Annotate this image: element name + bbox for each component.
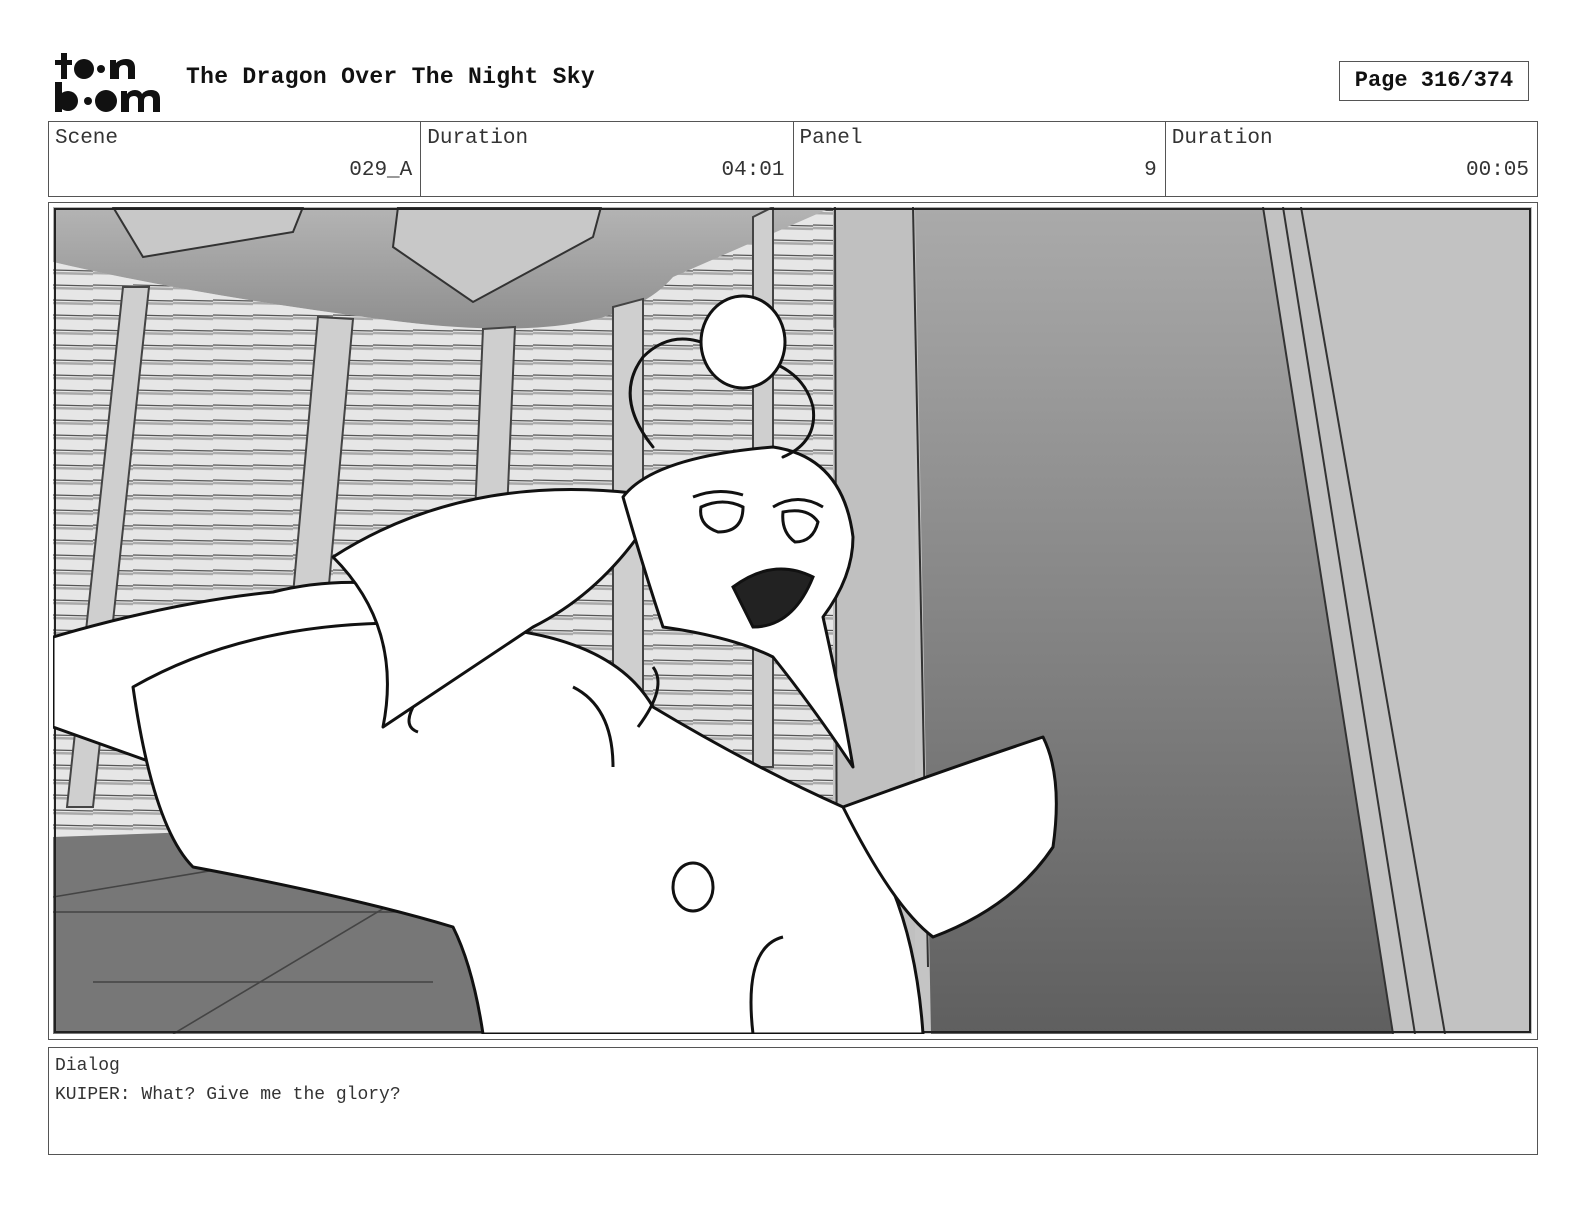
document-title: The Dragon Over The Night Sky bbox=[186, 64, 595, 90]
panel-duration-label: Duration bbox=[1171, 127, 1273, 150]
scene-label: Scene bbox=[55, 127, 119, 150]
panel-cell: Panel 9 bbox=[794, 122, 1166, 196]
panel-label: Panel bbox=[799, 127, 863, 150]
toon-boom-logo bbox=[55, 53, 160, 112]
scene-value: 029_A bbox=[349, 159, 413, 182]
panel-duration-value: 00:05 bbox=[1465, 159, 1529, 182]
dialog-text: KUIPER: What? Give me the glory? bbox=[55, 1085, 401, 1105]
storyboard-panel bbox=[48, 202, 1538, 1040]
scene-duration-label: Duration bbox=[427, 127, 529, 150]
dialog-label: Dialog bbox=[55, 1056, 120, 1076]
info-table: Scene 029_A Duration 04:01 Panel 9 Durat… bbox=[48, 121, 1538, 197]
scene-cell: Scene 029_A bbox=[49, 122, 422, 196]
panel-illustration bbox=[53, 207, 1532, 1034]
panel-duration-cell: Duration 00:05 bbox=[1166, 122, 1537, 196]
panel-value: 9 bbox=[1144, 159, 1157, 182]
page-indicator: Page 316/374 bbox=[1339, 61, 1529, 101]
scene-duration-value: 04:01 bbox=[721, 159, 785, 182]
scene-duration-cell: Duration 04:01 bbox=[421, 122, 794, 196]
dialog-box: Dialog KUIPER: What? Give me the glory? bbox=[48, 1047, 1538, 1155]
